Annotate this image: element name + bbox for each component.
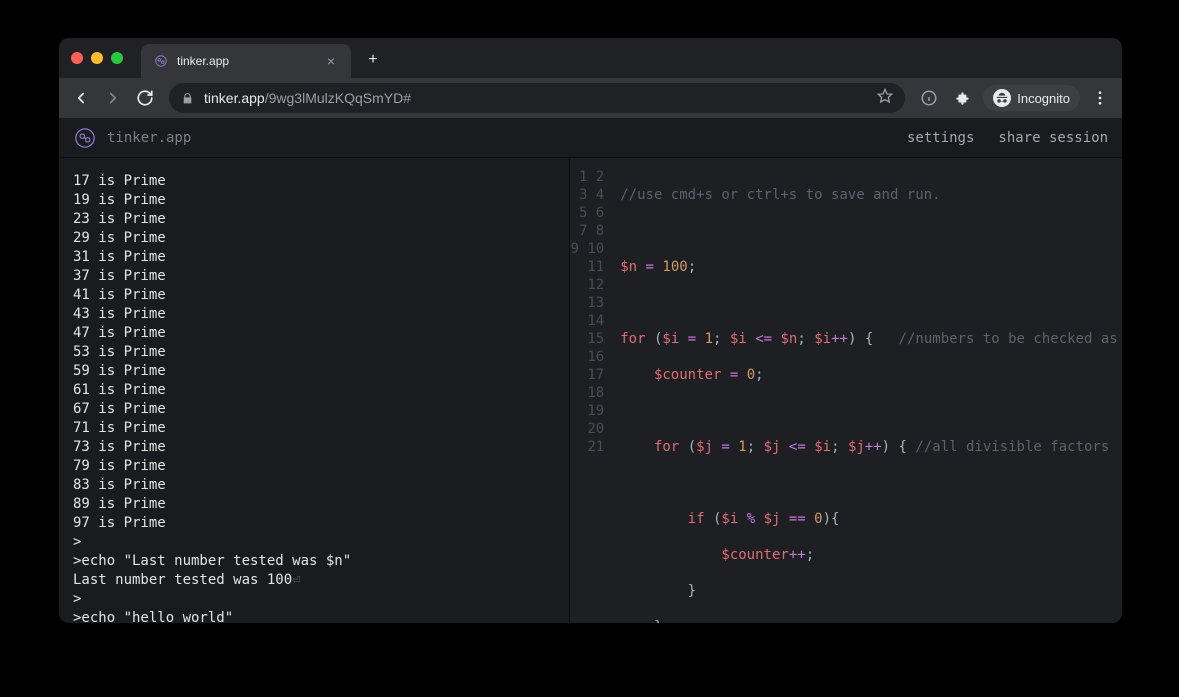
- incognito-label: Incognito: [1017, 91, 1070, 106]
- out-17: 89 is Prime: [73, 496, 166, 512]
- out-16: 83 is Prime: [73, 477, 166, 493]
- extensions-icon[interactable]: [949, 84, 977, 112]
- maximize-window-button[interactable]: [111, 52, 123, 64]
- browser-menu-button[interactable]: [1086, 84, 1114, 112]
- tab-title: tinker.app: [177, 54, 315, 68]
- app-logo-icon: [73, 126, 97, 150]
- out-20: >echo "Last number tested was $n": [73, 553, 351, 569]
- out-1: 19 is Prime: [73, 192, 166, 208]
- out-4: 31 is Prime: [73, 249, 166, 265]
- out-12: 67 is Prime: [73, 401, 166, 417]
- incognito-badge[interactable]: Incognito: [983, 85, 1080, 111]
- window-controls: [71, 52, 123, 64]
- out-8: 47 is Prime: [73, 325, 166, 341]
- trailing-symbol: ⏎: [292, 572, 300, 588]
- out-0: 17 is Prime: [73, 173, 166, 189]
- tab-favicon-icon: [153, 53, 169, 69]
- out-6: 41 is Prime: [73, 287, 166, 303]
- url-text: tinker.app/9wg3lMulzKQqSmYD#: [204, 90, 411, 106]
- tab-close-button[interactable]: ×: [323, 53, 339, 69]
- back-button[interactable]: [67, 84, 95, 112]
- minimize-window-button[interactable]: [91, 52, 103, 64]
- tab-bar: tinker.app × +: [59, 38, 1122, 78]
- output-pane[interactable]: 17 is Prime 19 is Prime 23 is Prime 29 i…: [59, 158, 569, 623]
- out-5: 37 is Prime: [73, 268, 166, 284]
- browser-toolbar: tinker.app/9wg3lMulzKQqSmYD# Incognito: [59, 78, 1122, 118]
- out-10: 59 is Prime: [73, 363, 166, 379]
- out-3: 29 is Prime: [73, 230, 166, 246]
- browser-tab[interactable]: tinker.app ×: [141, 44, 351, 78]
- out-18: 97 is Prime: [73, 515, 166, 531]
- browser-window: tinker.app × + tinker.app/9wg3lMulzKQqSm…: [59, 38, 1122, 623]
- content-panes: 17 is Prime 19 is Prime 23 is Prime 29 i…: [59, 158, 1122, 623]
- app-header: tinker.app settings share session: [59, 118, 1122, 158]
- code-area[interactable]: //use cmd+s or ctrl+s to save and run. $…: [614, 158, 1122, 623]
- out-22: >: [73, 591, 81, 607]
- lock-icon: [181, 92, 194, 105]
- site-info-icon[interactable]: [915, 84, 943, 112]
- line-gutter: 1 2 3 4 5 6 7 8 9 10 11 12 13 14 15 16 1…: [570, 158, 614, 623]
- bookmark-icon[interactable]: [877, 88, 893, 109]
- out-15: 79 is Prime: [73, 458, 166, 474]
- out-2: 23 is Prime: [73, 211, 166, 227]
- out-13: 71 is Prime: [73, 420, 166, 436]
- out-19: >: [73, 534, 81, 550]
- forward-button[interactable]: [99, 84, 127, 112]
- close-window-button[interactable]: [71, 52, 83, 64]
- url-domain: tinker.app: [204, 90, 265, 106]
- incognito-icon: [993, 89, 1011, 107]
- out-9: 53 is Prime: [73, 344, 166, 360]
- out-14: 73 is Prime: [73, 439, 166, 455]
- reload-button[interactable]: [131, 84, 159, 112]
- new-tab-button[interactable]: +: [359, 46, 387, 74]
- out-7: 43 is Prime: [73, 306, 166, 322]
- editor-pane[interactable]: 1 2 3 4 5 6 7 8 9 10 11 12 13 14 15 16 1…: [569, 158, 1122, 623]
- out-11: 61 is Prime: [73, 382, 166, 398]
- out-21: Last number tested was 100: [73, 572, 292, 588]
- address-bar[interactable]: tinker.app/9wg3lMulzKQqSmYD#: [169, 83, 905, 113]
- app-name: tinker.app: [107, 130, 191, 146]
- out-23: >echo "hello world": [73, 610, 233, 623]
- settings-link[interactable]: settings: [907, 130, 974, 146]
- url-path: /9wg3lMulzKQqSmYD#: [265, 90, 411, 106]
- share-session-link[interactable]: share session: [998, 130, 1108, 146]
